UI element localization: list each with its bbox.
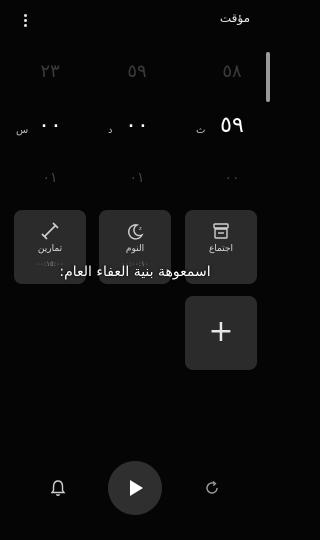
- seconds-prev[interactable]: ٥٨: [197, 61, 267, 82]
- play-icon: [130, 480, 143, 496]
- minutes-next[interactable]: ٠١: [102, 170, 172, 186]
- overlay-caption: اسمعوهة بنية العفاء العام:: [59, 264, 211, 280]
- dot-icon: [23, 13, 27, 17]
- dot-icon: [23, 18, 27, 22]
- exercise-icon: [14, 222, 86, 242]
- hours-unit-label: س: [16, 125, 29, 136]
- moon-icon: z: [99, 222, 171, 242]
- dot-icon: [23, 23, 27, 27]
- hours-next[interactable]: ٠١: [15, 170, 85, 186]
- bell-icon[interactable]: [48, 478, 68, 498]
- restart-icon[interactable]: [203, 479, 221, 497]
- add-preset-button[interactable]: +: [185, 296, 257, 370]
- bottom-controls: [0, 456, 270, 526]
- seconds-wheel[interactable]: ٥٨ ٥٩ ٠٠: [197, 55, 267, 200]
- minutes-prev[interactable]: ٥٩: [102, 61, 172, 82]
- seconds-next[interactable]: ٠٠: [197, 170, 267, 186]
- start-button[interactable]: [108, 461, 162, 515]
- minutes-unit-label: د: [108, 125, 113, 136]
- seconds-unit-label: ث: [196, 125, 206, 136]
- more-options-button[interactable]: [14, 9, 36, 31]
- meeting-icon: [185, 222, 257, 242]
- svg-text:z: z: [139, 226, 142, 232]
- top-bar: مؤقت: [0, 0, 270, 40]
- page-title: مؤقت: [219, 11, 250, 25]
- minutes-current[interactable]: ٠٠: [102, 113, 172, 138]
- hours-prev[interactable]: ٢٣: [15, 61, 85, 82]
- preset-label: تمارين: [37, 244, 63, 254]
- plus-icon: +: [208, 314, 234, 349]
- preset-label: اجتماع: [208, 244, 234, 254]
- seconds-current[interactable]: ٥٩: [197, 113, 267, 138]
- minutes-wheel[interactable]: ٥٩ ٠٠ ٠١: [102, 55, 172, 200]
- preset-label: النوم: [125, 244, 145, 254]
- time-picker: ٢٣ ٠٠ ٠١ س ٥٩ ٠٠ ٠١ د ٥٨ ٥٩ ٠٠ ث: [0, 55, 270, 200]
